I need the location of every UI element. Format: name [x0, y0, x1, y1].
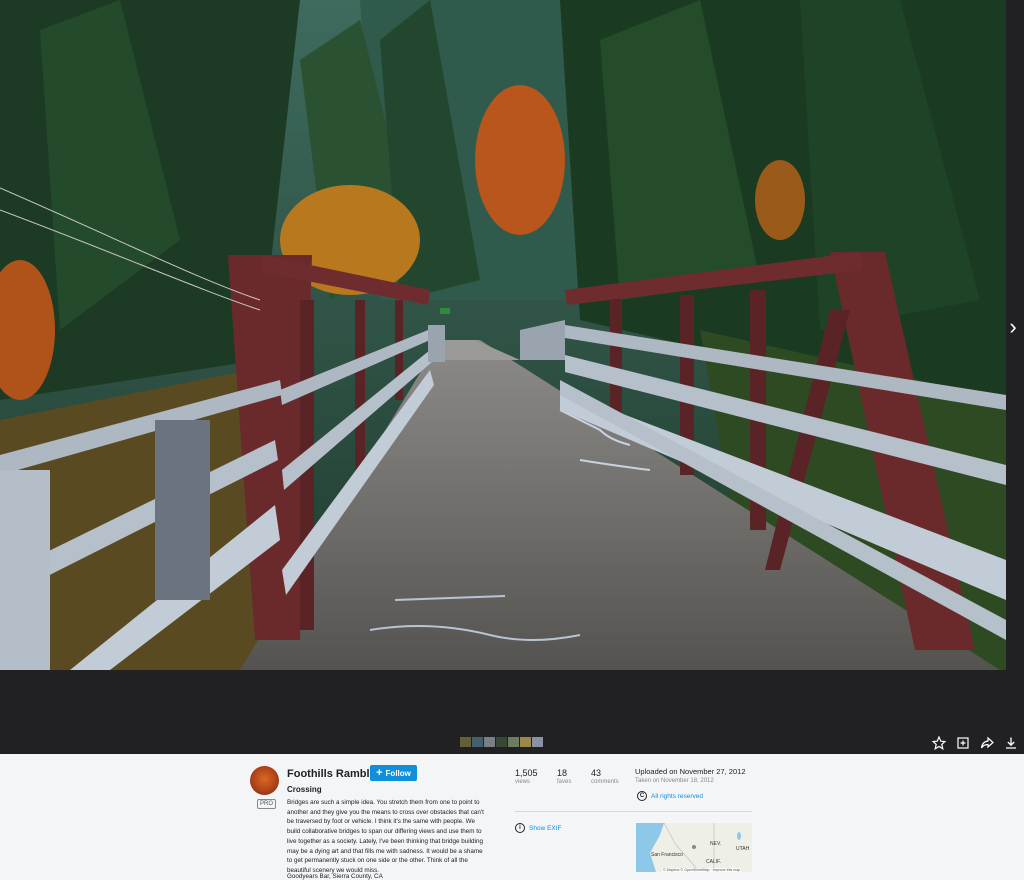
share-icon[interactable]: [980, 736, 994, 750]
map-label-calif: CALIF.: [706, 859, 722, 865]
download-icon[interactable]: [1004, 736, 1018, 750]
comments-label: comments: [591, 779, 619, 785]
location-map[interactable]: NEV. UTAH San Francisco CALIF. © Mapbox …: [636, 823, 752, 872]
info-icon: i: [515, 823, 525, 833]
star-icon[interactable]: [932, 736, 946, 750]
views-count: 1,505: [515, 768, 538, 778]
photo-location[interactable]: Goodyears Bar, Sierra County, CA: [287, 873, 383, 880]
main-photo[interactable]: [0, 0, 1006, 670]
faves-label: faves: [557, 779, 572, 785]
photo-info-panel: PRO Foothills Rambler + Follow Crossing …: [0, 754, 1024, 880]
views-label: views: [515, 779, 531, 785]
show-exif-link[interactable]: i Show EXIF: [515, 823, 562, 833]
taken-date: Taken on November 18, 2012: [635, 778, 714, 784]
map-label-nev: NEV.: [710, 841, 722, 847]
add-to-gallery-icon[interactable]: [956, 736, 970, 750]
photo-description: Bridges are such a simple idea. You stre…: [287, 799, 484, 874]
plus-icon: +: [376, 767, 383, 779]
map-label-utah: UTAH: [736, 846, 750, 852]
avatar[interactable]: [250, 766, 279, 795]
filmstrip-thumbnail[interactable]: [520, 737, 531, 747]
filmstrip-thumbnail[interactable]: [460, 737, 471, 747]
license-label: All rights reserved: [651, 792, 704, 800]
pro-badge: PRO: [257, 799, 277, 809]
faves-stat: 18 faves: [557, 768, 571, 785]
filmstrip-thumbnail[interactable]: [472, 737, 483, 747]
show-exif-label: Show EXIF: [529, 824, 562, 832]
faves-count: 18: [557, 768, 568, 778]
filmstrip: [460, 737, 543, 747]
viewer-actions: [932, 736, 1018, 750]
comments-count: 43: [591, 768, 602, 778]
views-stat: 1,505 views: [515, 768, 538, 785]
license-link[interactable]: C All rights reserved: [637, 791, 703, 801]
author-name[interactable]: Foothills Rambler: [287, 768, 380, 780]
upload-date: Uploaded on November 27, 2012: [635, 767, 746, 776]
map-attribution[interactable]: © Mapbox © OpenStreetMap · Improve this …: [662, 868, 742, 872]
comments-stat: 43 comments: [591, 768, 619, 785]
copyright-icon: C: [637, 791, 647, 801]
follow-button[interactable]: + Follow: [370, 765, 417, 781]
photo-title: Crossing: [287, 785, 322, 794]
filmstrip-thumbnail[interactable]: [496, 737, 507, 747]
map-label-san-francisco: San Francisco: [651, 852, 683, 858]
next-photo-arrow[interactable]: ›: [1006, 312, 1020, 342]
filmstrip-thumbnail[interactable]: [508, 737, 519, 747]
follow-label: Follow: [385, 768, 411, 778]
photo-viewer: ›: [0, 0, 1024, 754]
filmstrip-thumbnail[interactable]: [484, 737, 495, 747]
filmstrip-thumbnail[interactable]: [532, 737, 543, 747]
divider: [515, 811, 752, 812]
